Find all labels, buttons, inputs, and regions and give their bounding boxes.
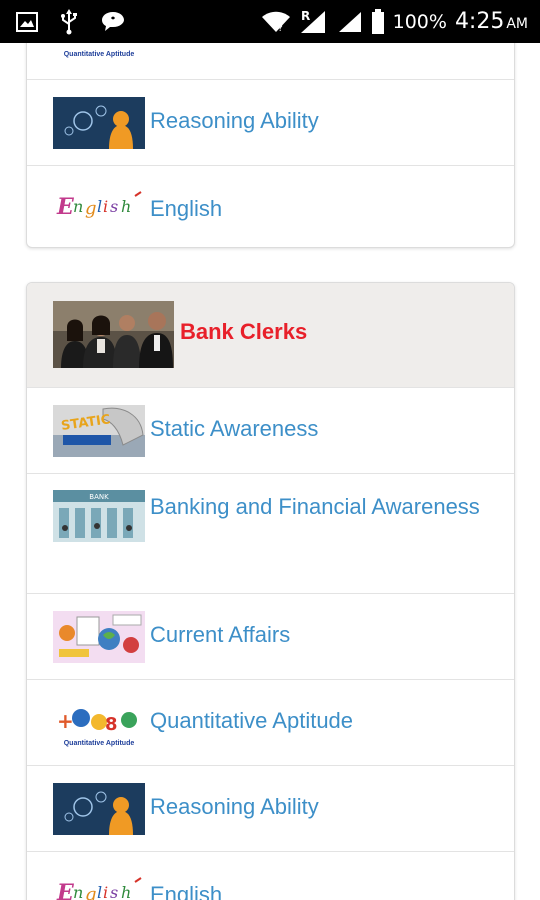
- list-item-english[interactable]: E n g l i s h English: [27, 851, 514, 900]
- svg-text:g: g: [85, 198, 97, 219]
- list-item-quantitative-aptitude[interactable]: Quantitative Aptitude: [27, 43, 514, 79]
- reasoning-thumbnail: [53, 783, 145, 835]
- svg-text:?: ?: [278, 24, 283, 33]
- list-item-label[interactable]: English: [150, 196, 222, 222]
- battery-percent: 100%: [392, 10, 447, 33]
- list-item-reasoning-ability[interactable]: Reasoning Ability: [27, 79, 514, 165]
- svg-text:+: +: [57, 709, 74, 733]
- list-item-label[interactable]: Banking and Financial Awareness: [53, 486, 493, 527]
- svg-text:i: i: [103, 883, 108, 900]
- svg-text:n: n: [73, 197, 83, 216]
- content-area[interactable]: Quantitative Aptitude Reasoning Ability …: [0, 43, 540, 900]
- quant-thumbnail: + 8 Quantitative Aptitude: [53, 700, 145, 748]
- svg-text:l: l: [97, 197, 102, 216]
- list-item-label[interactable]: Quantitative Aptitude: [150, 708, 353, 734]
- list-item-label[interactable]: Current Affairs: [150, 622, 290, 648]
- list-item-label[interactable]: Reasoning Ability: [150, 794, 319, 820]
- card-header-bank-clerks[interactable]: Bank Clerks: [27, 283, 514, 387]
- signal-icon: R: [300, 9, 325, 33]
- list-item-label[interactable]: Static Awareness: [150, 416, 318, 442]
- signal-icon: [338, 11, 361, 32]
- list-item-quantitative-aptitude[interactable]: + 8 Quantitative Aptitude Quantitative A…: [27, 679, 514, 765]
- svg-text:R: R: [301, 9, 310, 23]
- english-thumbnail: E n g l i s h: [53, 186, 145, 232]
- svg-text:s: s: [110, 197, 118, 216]
- svg-text:8: 8: [105, 714, 118, 735]
- exam-card: Quantitative Aptitude Reasoning Ability …: [26, 43, 515, 248]
- status-bar: ? R 100% 4:25 AM: [0, 0, 540, 43]
- quant-thumbnail: Quantitative Aptitude: [53, 43, 145, 61]
- card-header-title[interactable]: Bank Clerks: [180, 319, 307, 345]
- clock: 4:25 AM: [454, 9, 528, 34]
- list-item-label[interactable]: English: [150, 882, 222, 900]
- svg-text:i: i: [103, 197, 108, 216]
- exam-card-bank-clerks: Bank Clerks STATIC Static Awareness BANK: [26, 282, 515, 900]
- list-item-current-affairs[interactable]: Current Affairs: [27, 593, 514, 679]
- svg-text:l: l: [97, 883, 102, 900]
- english-thumbnail: E n g l i s h: [53, 872, 145, 900]
- current-affairs-thumbnail: [53, 611, 145, 663]
- static-awareness-thumbnail: STATIC: [53, 405, 145, 457]
- svg-text:s: s: [110, 883, 118, 900]
- list-item-static-awareness[interactable]: STATIC Static Awareness: [27, 387, 514, 473]
- list-item-reasoning-ability[interactable]: Reasoning Ability: [27, 765, 514, 851]
- list-item-english[interactable]: E n g l i s h English: [27, 165, 514, 247]
- list-item-banking-financial-awareness[interactable]: BANK Banking and Financial Awareness: [27, 473, 514, 593]
- svg-text:h: h: [121, 883, 131, 900]
- svg-text:h: h: [121, 197, 131, 216]
- svg-text:Quantitative Aptitude: Quantitative Aptitude: [64, 740, 135, 747]
- chat-icon: [102, 11, 124, 31]
- list-item-label[interactable]: Reasoning Ability: [150, 108, 319, 134]
- wifi-icon: ?: [261, 11, 290, 33]
- svg-text:n: n: [73, 883, 83, 900]
- reasoning-thumbnail: [53, 97, 145, 149]
- bank-clerks-photo: [53, 301, 174, 368]
- battery-icon: [371, 8, 384, 34]
- usb-icon: [61, 8, 77, 34]
- svg-text:Quantitative Aptitude: Quantitative Aptitude: [64, 51, 135, 58]
- image-icon: [16, 11, 38, 32]
- svg-text:g: g: [85, 884, 97, 900]
